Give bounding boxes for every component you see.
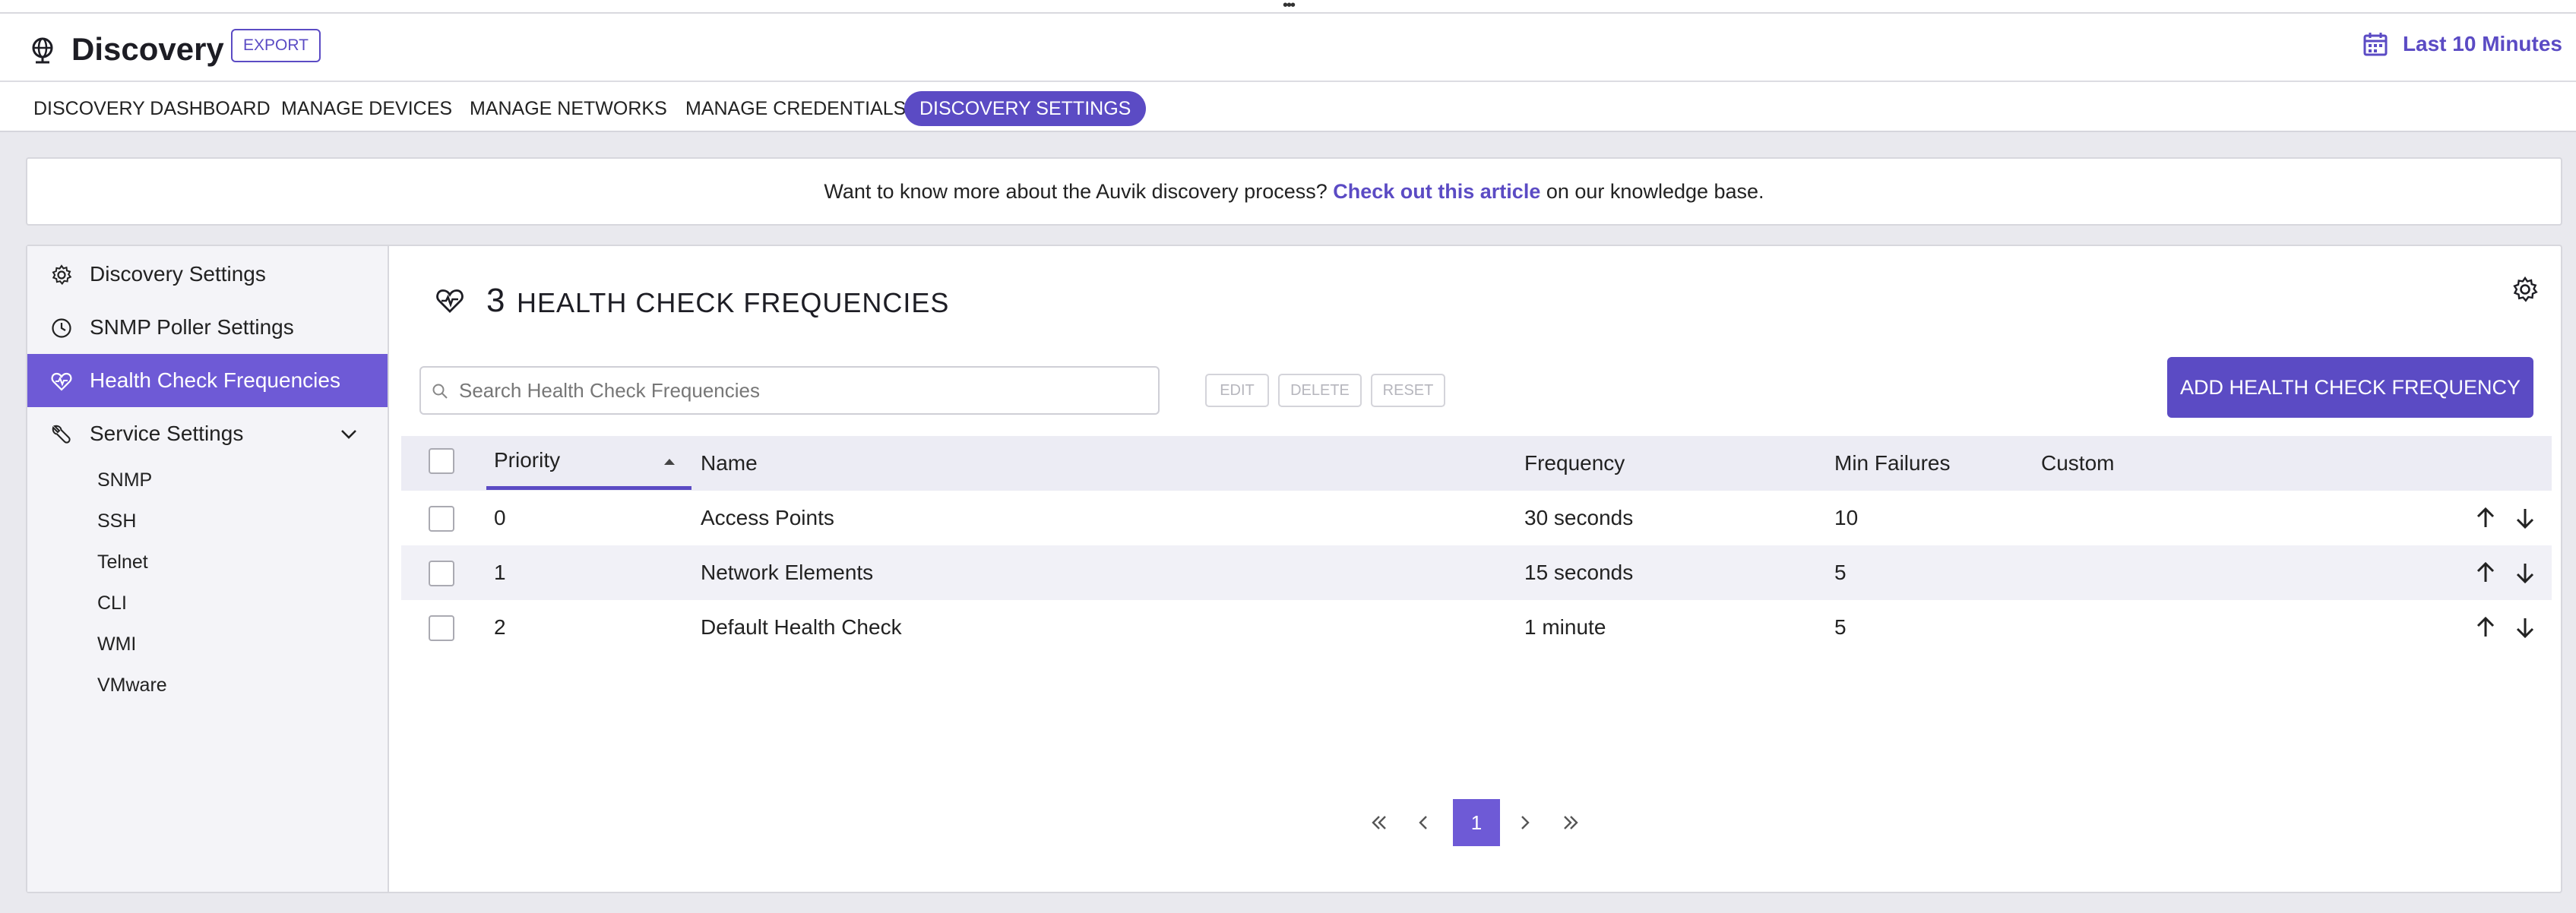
column-header-name[interactable]: Name xyxy=(701,436,758,491)
sidebar-subitem-cli[interactable]: CLI xyxy=(97,588,127,618)
tab-manage-devices[interactable]: MANAGE DEVICES xyxy=(281,91,452,126)
sidebar-subitem-snmp[interactable]: SNMP xyxy=(97,465,152,495)
next-page-button[interactable] xyxy=(1502,799,1549,846)
discovery-globe-icon xyxy=(32,37,53,64)
info-banner: Want to know more about the Auvik discov… xyxy=(26,157,2562,226)
calendar-icon xyxy=(2363,33,2388,56)
sort-ascending-icon[interactable] xyxy=(664,459,675,465)
heart-pulse-icon xyxy=(436,289,464,313)
last-page-button[interactable] xyxy=(1547,799,1594,846)
sidebar-item-snmp-poller-settings[interactable]: SNMP Poller Settings xyxy=(27,301,388,354)
move-up-icon[interactable] xyxy=(2473,614,2498,640)
cell-frequency: 1 minute xyxy=(1524,615,1606,639)
move-down-icon[interactable] xyxy=(2512,505,2538,531)
time-range-label: Last 10 Minutes xyxy=(2402,32,2562,55)
sidebar-item-health-check-frequencies[interactable]: Health Check Frequencies xyxy=(27,354,388,407)
pagination: 1 xyxy=(1356,799,1599,846)
cell-priority: 1 xyxy=(494,561,506,584)
cell-name: Network Elements xyxy=(701,561,874,584)
sidebar-item-service-settings[interactable]: Service Settings xyxy=(27,407,388,460)
chevron-left-icon xyxy=(1419,816,1427,829)
search-input[interactable] xyxy=(457,375,1141,406)
sort-indicator xyxy=(486,486,691,490)
row-checkbox[interactable] xyxy=(429,615,454,641)
add-health-check-frequency-button[interactable]: ADD HEALTH CHECK FREQUENCY xyxy=(2167,357,2533,418)
move-up-icon[interactable] xyxy=(2473,560,2498,586)
gear-icon xyxy=(52,264,72,286)
sidebar-item-label: SNMP Poller Settings xyxy=(90,315,294,339)
row-checkbox[interactable] xyxy=(429,561,454,586)
cell-priority: 0 xyxy=(494,506,506,529)
time-range-selector[interactable]: Last 10 Minutes xyxy=(2362,27,2562,61)
tab-discovery-dashboard[interactable]: DISCOVERY DASHBOARD xyxy=(33,91,271,126)
column-header-frequency[interactable]: Frequency xyxy=(1524,436,1625,491)
sidebar-item-label: Service Settings xyxy=(90,422,244,445)
table-row[interactable]: 2 Default Health Check 1 minute 5 xyxy=(401,600,2552,655)
cell-min-failures: 5 xyxy=(1834,561,1847,584)
column-header-custom[interactable]: Custom xyxy=(2041,436,2114,491)
table-row[interactable]: 1 Network Elements 15 seconds 5 xyxy=(401,545,2552,600)
banner-article-link[interactable]: Check out this article xyxy=(1333,180,1540,203)
cell-min-failures: 5 xyxy=(1834,615,1847,639)
table-row[interactable]: 0 Access Points 30 seconds 10 xyxy=(401,491,2552,545)
double-chevron-left-icon xyxy=(1372,816,1386,829)
search-icon xyxy=(432,384,448,399)
export-button[interactable]: EXPORT xyxy=(231,29,321,62)
tab-bar: DISCOVERY DASHBOARD MANAGE DEVICES MANAG… xyxy=(0,82,2576,132)
sidebar-item-label: Discovery Settings xyxy=(90,262,266,286)
cell-name: Access Points xyxy=(701,506,834,529)
clock-icon xyxy=(52,318,71,338)
window-top-strip: ••• xyxy=(0,0,2576,14)
banner-text-suffix: on our knowledge base. xyxy=(1546,180,1764,203)
move-up-icon[interactable] xyxy=(2473,505,2498,531)
tab-manage-networks[interactable]: MANAGE NETWORKS xyxy=(470,91,667,126)
sidebar-item-label: Health Check Frequencies xyxy=(90,368,340,392)
wrench-icon xyxy=(52,425,71,444)
column-header-priority[interactable]: Priority xyxy=(494,433,560,488)
move-down-icon[interactable] xyxy=(2512,560,2538,586)
settings-panel: Discovery Settings SNMP Poller Settings … xyxy=(26,245,2562,893)
cell-frequency: 15 seconds xyxy=(1524,561,1634,584)
column-header-min-failures[interactable]: Min Failures xyxy=(1834,436,1950,491)
settings-sidebar: Discovery Settings SNMP Poller Settings … xyxy=(27,246,389,892)
select-all-checkbox[interactable] xyxy=(429,448,454,474)
sidebar-subitem-wmi[interactable]: WMI xyxy=(97,629,136,659)
edit-button[interactable]: EDIT xyxy=(1205,374,1269,407)
cell-priority: 2 xyxy=(494,615,506,639)
reset-button[interactable]: RESET xyxy=(1371,374,1445,407)
previous-page-button[interactable] xyxy=(1400,799,1447,846)
chevron-down-icon[interactable] xyxy=(337,422,360,445)
health-check-content: 3 HEALTH CHECK FREQUENCIES EDIT DELETE R… xyxy=(391,246,2562,892)
tab-discovery-settings[interactable]: DISCOVERY SETTINGS xyxy=(904,91,1147,126)
search-field[interactable] xyxy=(419,366,1160,415)
sidebar-item-discovery-settings[interactable]: Discovery Settings xyxy=(27,248,388,301)
page-header: Discovery EXPORT Last 10 Minutes xyxy=(0,14,2576,82)
gear-icon[interactable] xyxy=(2511,275,2540,304)
table-header: Priority Name Frequency Min Failures Cus… xyxy=(401,436,2552,491)
move-down-icon[interactable] xyxy=(2512,614,2538,640)
row-checkbox[interactable] xyxy=(429,506,454,532)
sidebar-subitem-ssh[interactable]: SSH xyxy=(97,506,136,536)
chevron-right-icon xyxy=(1521,816,1530,829)
banner-text-prefix: Want to know more about the Auvik discov… xyxy=(824,180,1328,203)
drag-handle-icon[interactable]: ••• xyxy=(1283,0,1296,13)
double-chevron-right-icon xyxy=(1564,816,1578,829)
delete-button[interactable]: DELETE xyxy=(1278,374,1362,407)
cell-min-failures: 10 xyxy=(1834,506,1859,529)
sidebar-subitem-telnet[interactable]: Telnet xyxy=(97,547,148,577)
section-heading: HEALTH CHECK FREQUENCIES xyxy=(517,287,950,318)
first-page-button[interactable] xyxy=(1356,799,1403,846)
tab-manage-credentials[interactable]: MANAGE CREDENTIALS xyxy=(685,91,906,126)
item-count: 3 xyxy=(486,282,505,319)
cell-frequency: 30 seconds xyxy=(1524,506,1634,529)
page-button-current[interactable]: 1 xyxy=(1453,799,1500,846)
sidebar-subitem-vmware[interactable]: VMware xyxy=(97,670,167,700)
page-title: Discovery xyxy=(71,31,224,67)
cell-name: Default Health Check xyxy=(701,615,902,639)
heart-pulse-icon xyxy=(51,372,72,391)
